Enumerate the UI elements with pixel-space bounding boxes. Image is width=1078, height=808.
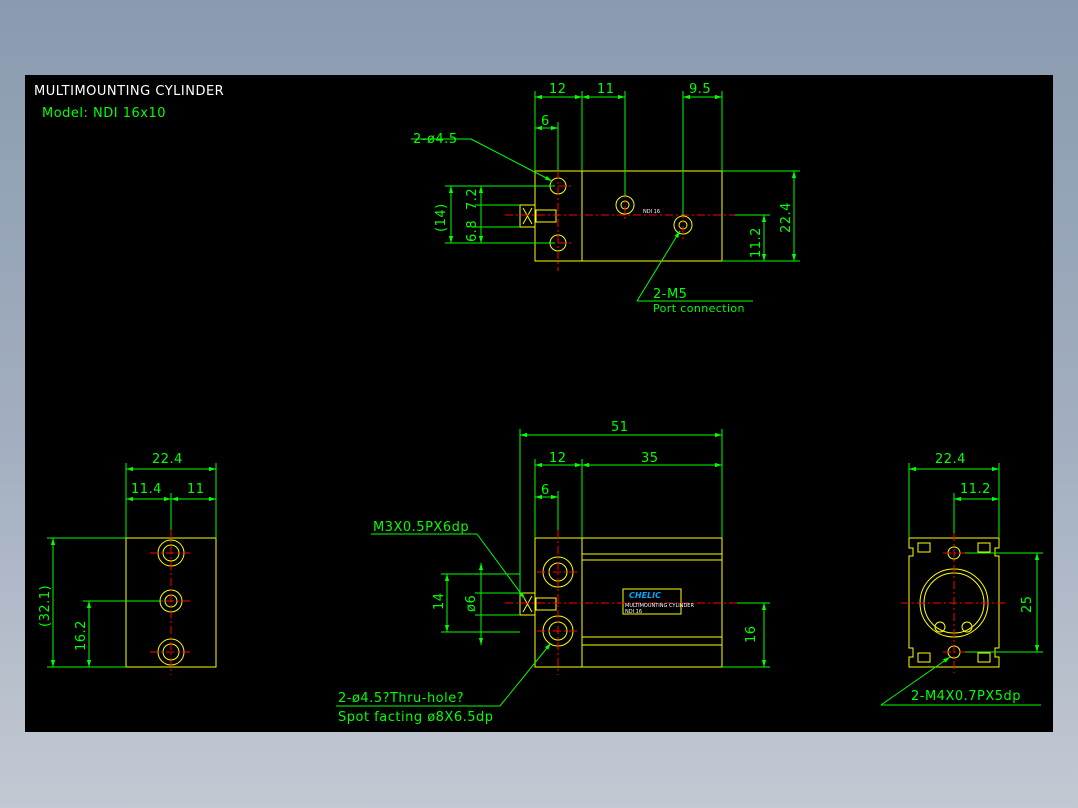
right-view-dimension-lines — [880, 463, 1043, 706]
top-dim-7-2: 7.2 — [465, 188, 480, 210]
front-view-centerlines — [505, 530, 737, 675]
top-dim-14: (14) — [434, 203, 449, 232]
front-dim-14: 14 — [432, 592, 447, 610]
left-dim-32-1: (32.1) — [38, 585, 53, 627]
top-dim-11: 11 — [597, 82, 615, 97]
left-view-centerlines — [150, 530, 192, 675]
drawing-title: MULTIMOUNTING CYLINDER — [34, 84, 224, 99]
top-dim-6-8: 6.8 — [465, 220, 480, 242]
front-thread-callout: M3X0.5PX6dp — [373, 520, 469, 535]
top-dim-9-5: 9.5 — [689, 82, 711, 97]
front-dim-phi6: ø6 — [464, 595, 479, 612]
right-view: 22.4 11.2 25 2-M4X0.7PX5dp — [880, 452, 1043, 706]
left-view: 22.4 11.4 11 (32.1) 16.2 — [38, 452, 217, 675]
front-dim-51: 51 — [611, 420, 629, 435]
front-dim-6: 6 — [541, 483, 550, 498]
left-dim-11-4: 11.4 — [131, 482, 162, 497]
right-dim-25: 25 — [1020, 595, 1035, 613]
top-holes-callout: 2-ø4.5 — [413, 132, 458, 147]
front-label-line2: NDI 16 — [625, 609, 642, 615]
top-dim-22-4: 22.4 — [779, 202, 794, 233]
top-dim-11-2: 11.2 — [749, 227, 764, 258]
model-label: Model: NDI 16x10 — [42, 106, 166, 121]
technical-drawing: MULTIMOUNTING CYLINDER Model: NDI 16x10 — [34, 82, 1043, 725]
cad-canvas: MULTIMOUNTING CYLINDER Model: NDI 16x10 — [25, 75, 1053, 732]
top-dim-6: 6 — [541, 114, 550, 129]
top-ports-callout: 2-M5 — [653, 287, 687, 302]
top-view-outline — [519, 170, 723, 262]
front-view-dimension-lines — [336, 429, 770, 707]
front-holes-callout: 2-ø4.5?Thru-hole? — [338, 691, 464, 706]
front-label-brand: CHELIC — [629, 591, 661, 600]
front-dim-35: 35 — [641, 451, 659, 466]
right-dim-22-4: 22.4 — [935, 452, 966, 467]
right-holes-callout: 2-M4X0.7PX5dp — [911, 689, 1021, 704]
top-body-label: NDI 16 — [643, 209, 660, 215]
top-dim-12: 12 — [549, 82, 567, 97]
front-dim-12: 12 — [549, 451, 567, 466]
front-view: 51 12 35 6 14 ø6 16 M3X0.5PX6dp 2-ø4.5?T… — [336, 420, 770, 725]
front-dim-16: 16 — [744, 625, 759, 643]
front-holes-note: Spot facting ø8X6.5dp — [338, 710, 494, 725]
right-dim-11-2: 11.2 — [960, 482, 991, 497]
top-ports-note: Port connection — [653, 302, 745, 315]
left-dim-16-2: 16.2 — [74, 620, 89, 651]
left-dim-22-4: 22.4 — [152, 452, 183, 467]
top-view: 12 11 9.5 6 (14) 6.8 7.2 22.4 11.2 2-ø4.… — [411, 82, 800, 315]
left-dim-11: 11 — [187, 482, 205, 497]
